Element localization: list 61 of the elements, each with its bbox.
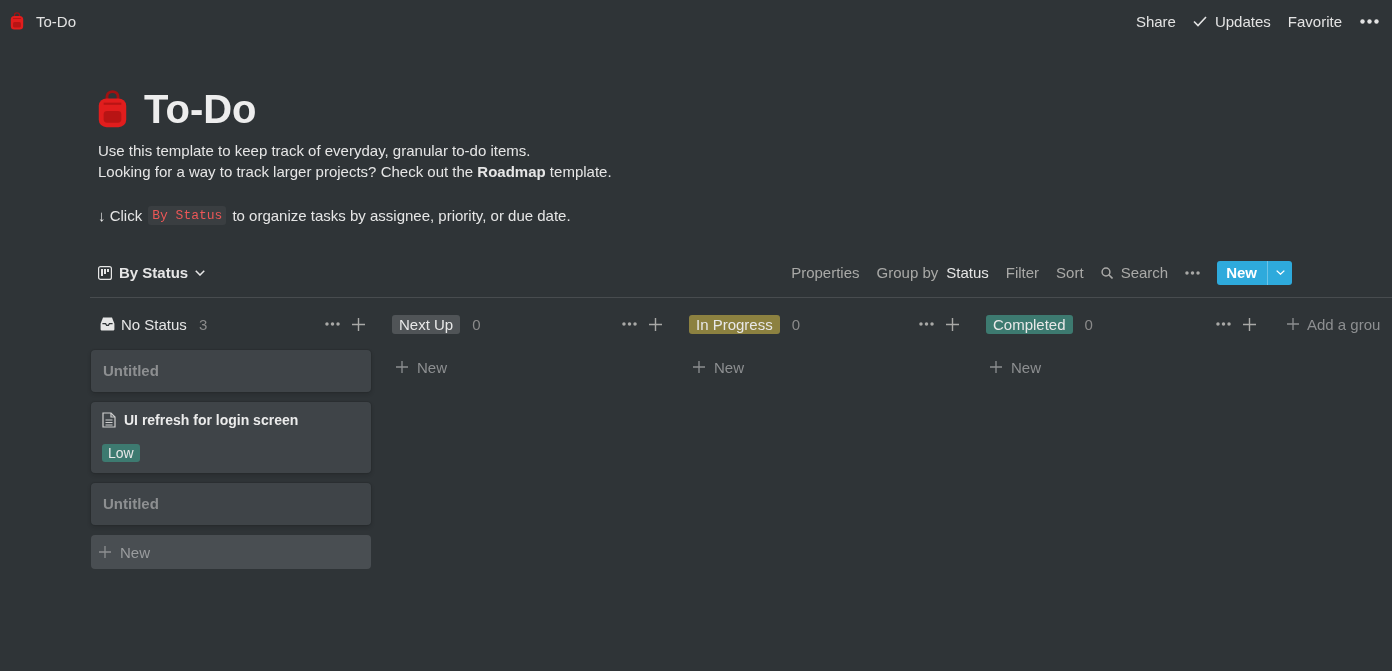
filter-button[interactable]: Filter xyxy=(1001,262,1044,283)
properties-button[interactable]: Properties xyxy=(787,262,864,283)
board-card[interactable]: UI refresh for login screen Low xyxy=(91,402,371,473)
share-button[interactable]: Share xyxy=(1131,10,1180,32)
plus-icon xyxy=(396,361,408,373)
group-by-button[interactable]: Group by Status xyxy=(872,262,993,283)
plus-icon[interactable] xyxy=(1243,317,1256,331)
plus-icon xyxy=(693,361,705,373)
hint-text: to organize tasks by assignee, priority, or due date. xyxy=(232,206,571,224)
board-card[interactable]: Untitled xyxy=(91,350,371,392)
search-icon xyxy=(1100,266,1113,279)
new-menu-button[interactable] xyxy=(1267,260,1292,285)
document-icon xyxy=(102,412,116,428)
check-icon xyxy=(1192,15,1207,27)
plus-icon xyxy=(990,361,1002,373)
description-text: Looking for a way to track larger projects? Check out the Roadmap template. xyxy=(98,162,613,182)
more-icon[interactable] xyxy=(919,322,934,326)
add-group-button[interactable]: Add a grou xyxy=(1279,310,1381,338)
group-count: 3 xyxy=(198,315,208,333)
backpack-icon xyxy=(97,90,128,128)
group-count: 0 xyxy=(472,315,481,333)
card-title: Untitled xyxy=(103,494,160,514)
new-card-button[interactable]: New xyxy=(388,350,668,384)
priority-tag: Low xyxy=(102,444,140,462)
more-icon[interactable] xyxy=(1216,322,1231,326)
more-icon[interactable] xyxy=(1360,18,1379,24)
plus-icon[interactable] xyxy=(352,317,365,331)
more-icon[interactable] xyxy=(1185,270,1201,275)
card-title: UI refresh for login screen xyxy=(124,411,299,430)
more-icon[interactable] xyxy=(325,322,340,326)
search-button[interactable]: Search xyxy=(1096,262,1173,283)
more-icon[interactable] xyxy=(622,322,637,326)
hint-text: ↓ Click xyxy=(98,206,143,224)
caret-icon xyxy=(1275,270,1285,275)
inline-code: By Status xyxy=(148,205,227,225)
description-text: Use this template to keep track of everyday, granular to-do items. xyxy=(98,141,532,161)
board-card[interactable]: Untitled xyxy=(91,483,371,525)
new-card-button[interactable]: New xyxy=(91,535,371,569)
plus-icon[interactable] xyxy=(649,317,662,331)
caret-icon xyxy=(195,269,206,276)
group-tag: In Progress xyxy=(689,314,780,334)
view-tab[interactable]: By Status xyxy=(98,264,206,281)
group-count: 0 xyxy=(1084,315,1093,333)
page-title: To-Do xyxy=(144,88,257,130)
group-tag: Completed xyxy=(986,314,1073,334)
group-tag: Next Up xyxy=(392,314,461,334)
sort-button[interactable]: Sort xyxy=(1052,262,1088,283)
board-icon xyxy=(98,265,112,280)
group-count: 0 xyxy=(791,315,801,333)
plus-icon xyxy=(99,546,111,558)
updates-button[interactable]: Updates xyxy=(1188,10,1275,32)
favorite-button[interactable]: Favorite xyxy=(1283,10,1346,32)
plus-icon[interactable] xyxy=(946,317,959,331)
inbox-icon xyxy=(100,317,115,331)
backpack-icon xyxy=(10,12,24,30)
new-card-button[interactable]: New xyxy=(982,350,1262,384)
breadcrumb-title[interactable]: To-Do xyxy=(36,12,76,30)
plus-icon xyxy=(1287,318,1299,330)
card-title: Untitled xyxy=(103,361,160,381)
group-label: No Status xyxy=(121,315,187,333)
new-card-button[interactable]: New xyxy=(685,350,965,384)
